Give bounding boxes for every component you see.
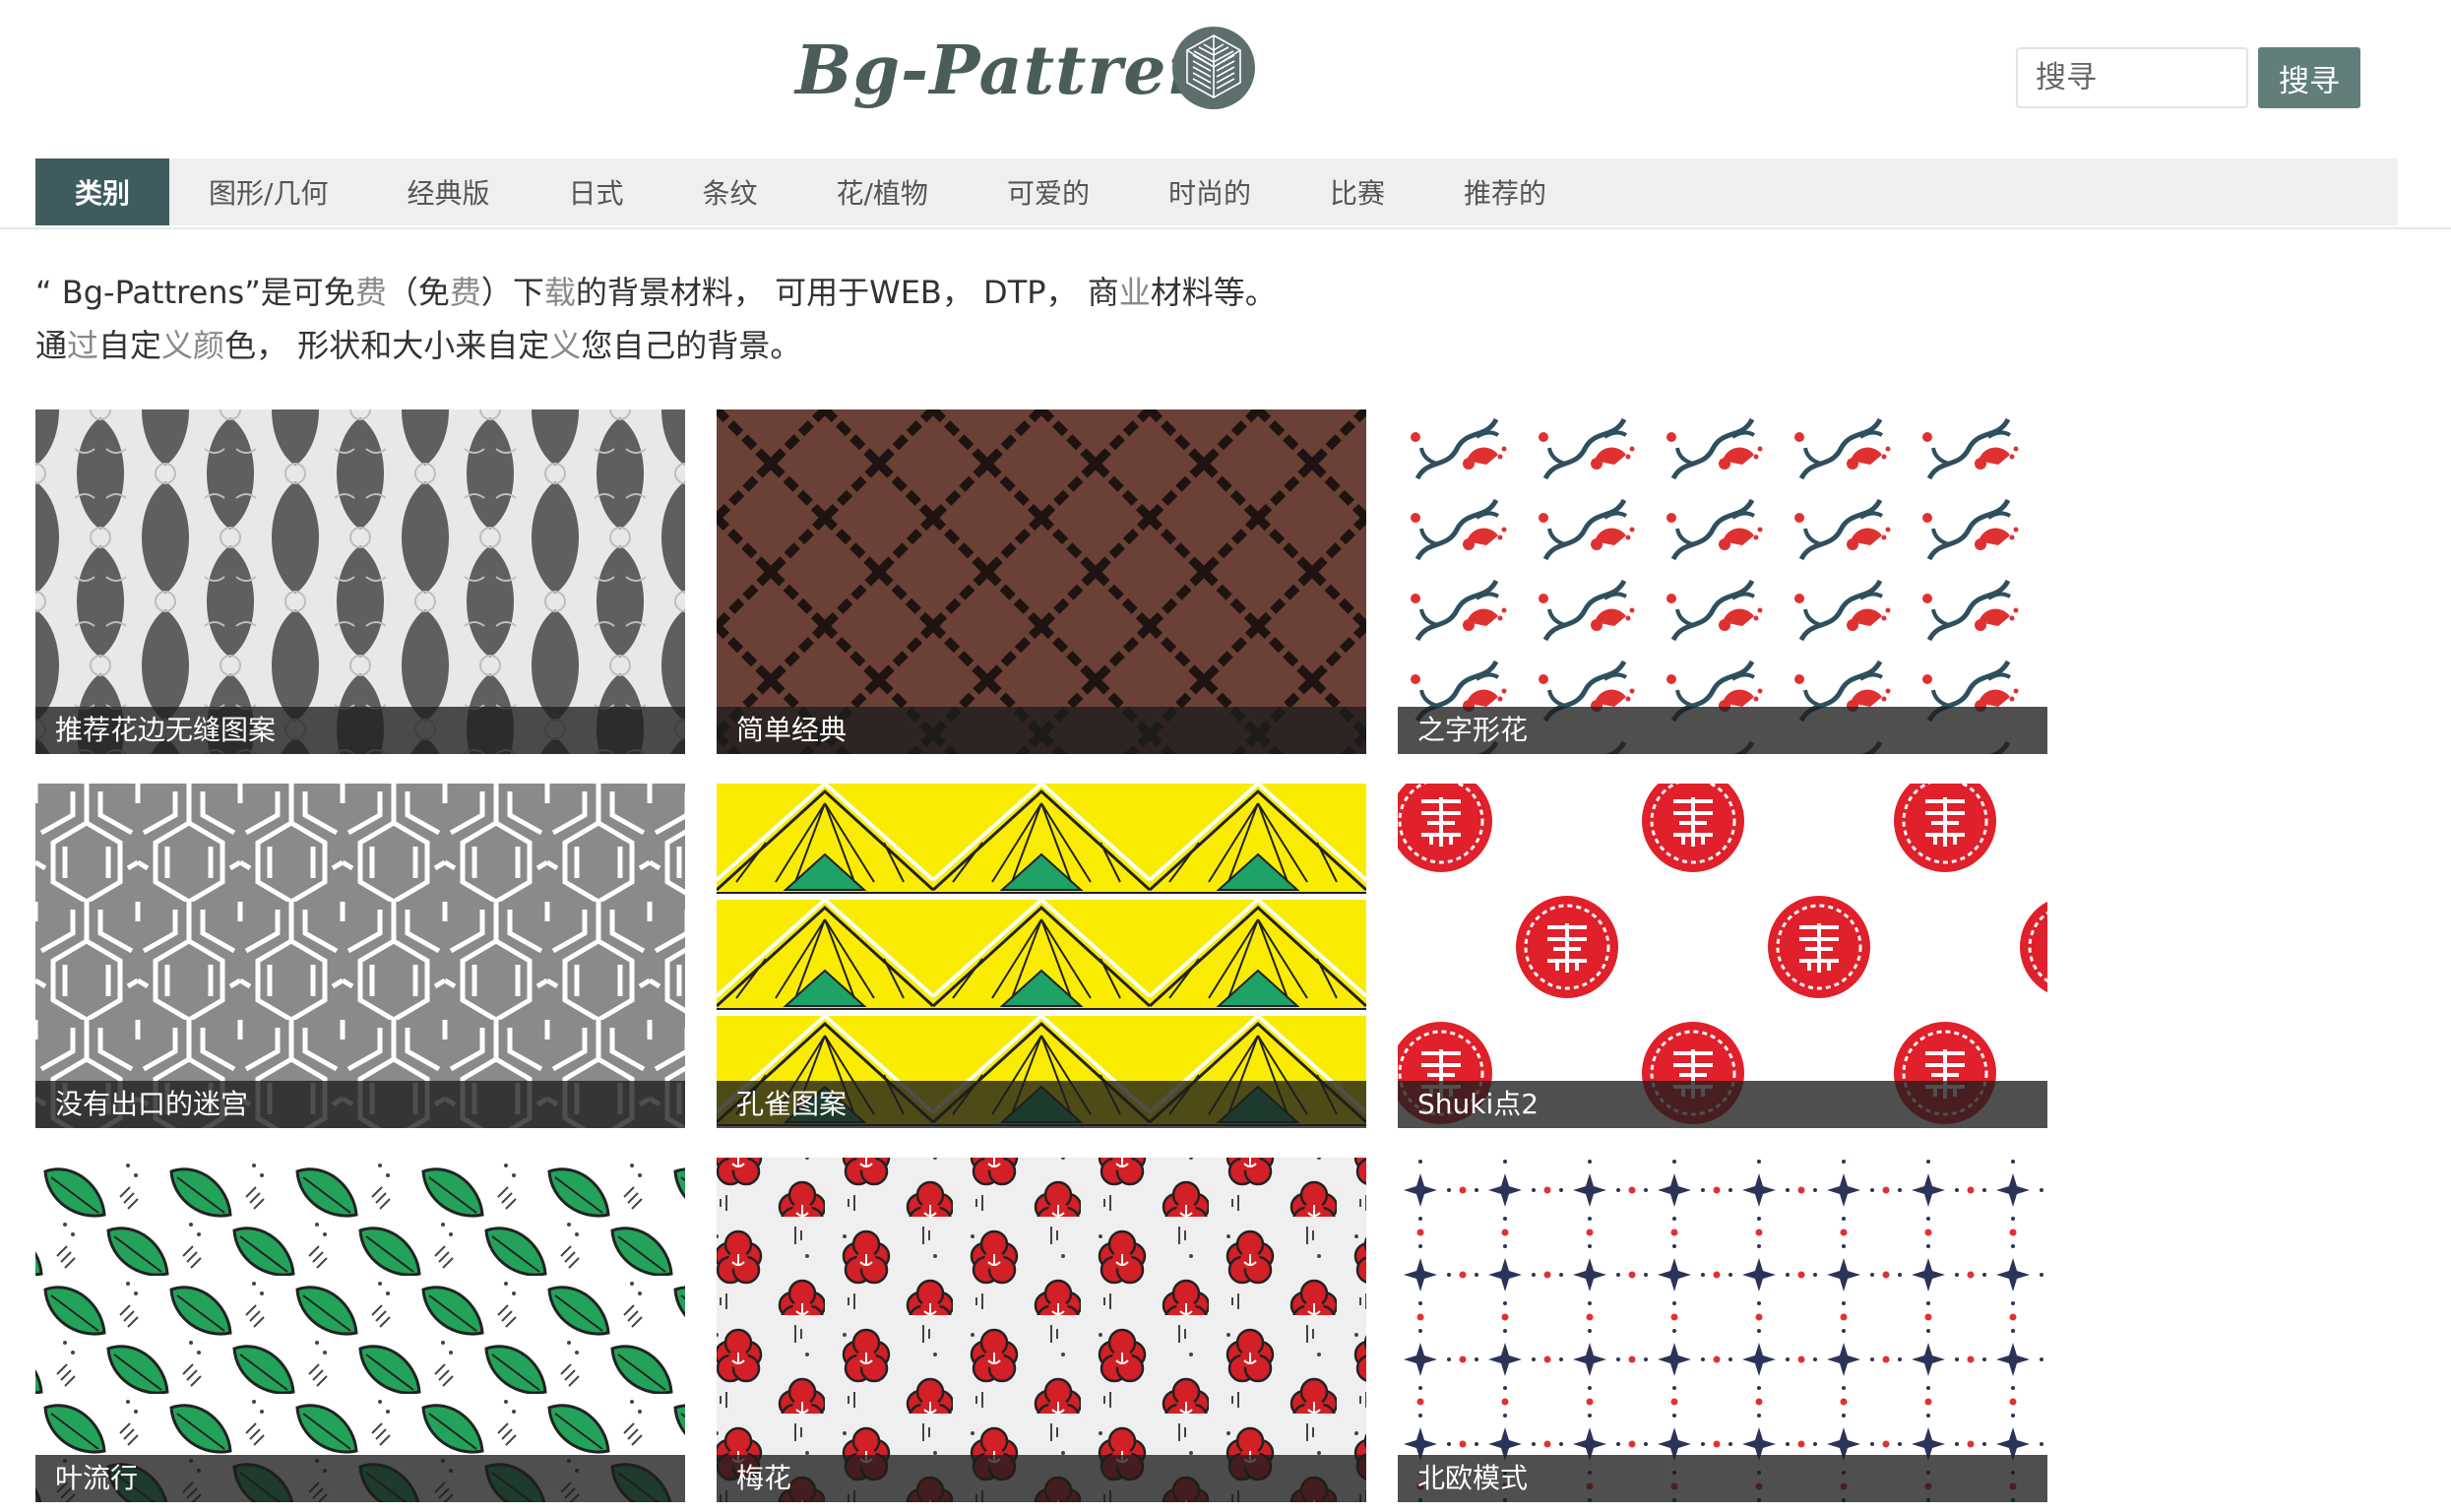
pattern-title: 孔雀图案: [717, 1081, 1366, 1128]
intro-seg: “ Bg-Pattrens”是可免: [35, 274, 355, 311]
search-input[interactable]: [2016, 47, 2248, 108]
intro-seg: 色， 形状和大小来自定: [224, 327, 550, 364]
pattern-card-maze[interactable]: 没有出口的迷宫: [35, 784, 685, 1128]
intro-seg: 的背景材料， 可用于WEB， DTP， 商: [575, 274, 1119, 311]
intro-seg: （免: [386, 274, 450, 311]
nav-item-fashion[interactable]: 时尚的: [1129, 158, 1290, 225]
nav-item-category[interactable]: 类别: [35, 158, 170, 225]
pattern-card-shuki-dot[interactable]: Shuki点2: [1398, 784, 2047, 1128]
nav-item-contest[interactable]: 比赛: [1290, 158, 1424, 225]
pattern-title: 简单经典: [717, 707, 1366, 754]
intro-text: “ Bg-Pattrens”是可免费（免费）下载的背景材料， 可用于WEB， D…: [35, 266, 1277, 372]
maze-pattern-thumbnail: [35, 784, 685, 1128]
intro-seg: 义颜: [161, 327, 225, 364]
pattern-card-damask[interactable]: 简单经典: [717, 410, 1366, 754]
pattern-title: 北欧模式: [1398, 1455, 2047, 1502]
damask-pattern-thumbnail: [717, 410, 1366, 754]
intro-seg: 费: [449, 274, 481, 311]
plum-pattern-thumbnail: [717, 1158, 1366, 1502]
pattern-title: 梅花: [717, 1455, 1366, 1502]
pattern-card-plum[interactable]: 梅花: [717, 1158, 1366, 1502]
intro-line-1: “ Bg-Pattrens”是可免费（免费）下载的背景材料， 可用于WEB， D…: [35, 266, 1277, 319]
nav-item-classic[interactable]: 经典版: [367, 158, 529, 225]
pattern-title: 没有出口的迷宫: [35, 1081, 685, 1128]
pattern-card-leaf[interactable]: 叶流行: [35, 1158, 685, 1502]
pattern-card-nordic[interactable]: 北欧模式: [1398, 1158, 2047, 1502]
zigzag-flower-pattern-thumbnail: [1398, 410, 2047, 754]
pattern-card-zigzag-flower[interactable]: 之字形花: [1398, 410, 2047, 754]
nav-item-geometric[interactable]: 图形/几何: [169, 158, 367, 225]
pattern-title: 叶流行: [35, 1455, 685, 1502]
intro-seg: 您自己的背景。: [581, 327, 802, 364]
intro-seg: 费: [354, 274, 387, 311]
leaf-pattern-thumbnail: [35, 1158, 685, 1502]
pattern-title: 之字形花: [1398, 707, 2047, 754]
pattern-title: Shuki点2: [1398, 1081, 2047, 1128]
search-bar: 搜寻: [2016, 47, 2360, 108]
cube-pattern-icon: [1172, 27, 1255, 109]
nav-item-recommended[interactable]: 推荐的: [1424, 158, 1586, 225]
nordic-pattern-thumbnail: [1398, 1158, 2047, 1502]
intro-seg: 义: [549, 327, 582, 364]
nav-item-japanese[interactable]: 日式: [529, 158, 662, 225]
intro-seg: 载: [543, 274, 576, 311]
peacock-pattern-thumbnail: [717, 784, 1366, 1128]
intro-seg: 自定: [98, 327, 162, 364]
site-logo[interactable]: Bg-Pattrens: [795, 22, 1255, 120]
category-nav: 类别 图形/几何 经典版 日式 条纹 花/植物 可爱的 时尚的 比赛 推荐的: [35, 158, 2398, 225]
lace-pattern-thumbnail: [35, 410, 685, 754]
pattern-title: 推荐花边无缝图案: [35, 707, 685, 754]
search-button[interactable]: 搜寻: [2258, 47, 2360, 108]
intro-seg: 通: [35, 327, 68, 364]
intro-line-2: 通过自定义颜色， 形状和大小来自定义您自己的背景。: [35, 319, 1277, 372]
shuki-dot-pattern-thumbnail: [1398, 784, 2047, 1128]
intro-seg: ）下: [480, 274, 544, 311]
pattern-card-peacock[interactable]: 孔雀图案: [717, 784, 1366, 1128]
nav-item-stripes[interactable]: 条纹: [662, 158, 796, 225]
nav-item-cute[interactable]: 可爱的: [968, 158, 1129, 225]
nav-divider: [0, 227, 2451, 229]
pattern-card-lace[interactable]: 推荐花边无缝图案: [35, 410, 685, 754]
intro-seg: 过: [67, 327, 99, 364]
nav-item-flowers[interactable]: 花/植物: [797, 158, 968, 225]
intro-seg: 业: [1118, 274, 1151, 311]
intro-seg: 材料等。: [1150, 274, 1277, 311]
